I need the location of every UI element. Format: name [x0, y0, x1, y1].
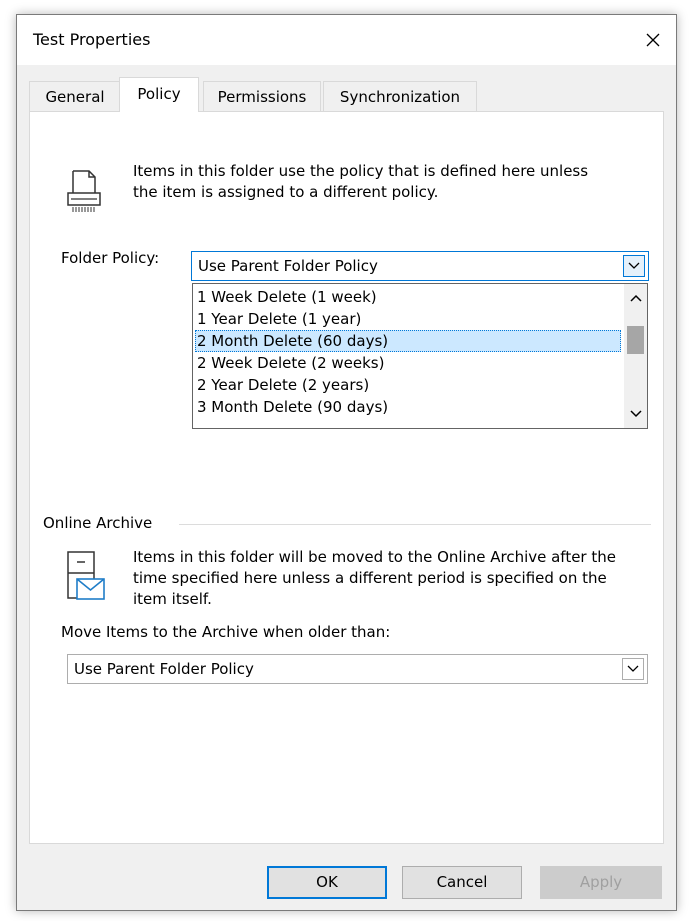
- move-items-label: Move Items to the Archive when older tha…: [61, 623, 391, 641]
- archive-cabinet-icon: [67, 551, 105, 600]
- group-divider: [179, 524, 651, 525]
- archive-policy-dropdown[interactable]: Use Parent Folder Policy: [67, 654, 648, 684]
- tab-permissions[interactable]: Permissions: [203, 81, 321, 111]
- policy-tab-panel: [29, 111, 664, 844]
- properties-dialog: Test Properties General Policy Permissio…: [16, 14, 677, 911]
- tab-policy[interactable]: Policy: [119, 77, 199, 112]
- archive-policy-value: Use Parent Folder Policy: [74, 660, 254, 678]
- scroll-down-button[interactable]: [624, 403, 647, 425]
- chevron-down-icon: [629, 410, 642, 418]
- close-button[interactable]: [630, 15, 676, 65]
- cancel-button[interactable]: Cancel: [402, 866, 522, 899]
- policy-description: Items in this folder use the policy that…: [133, 162, 589, 201]
- list-item-selected[interactable]: 2 Month Delete (60 days): [195, 330, 621, 352]
- dropdown-button[interactable]: [623, 255, 645, 277]
- archive-description: Items in this folder will be moved to th…: [133, 548, 616, 608]
- list-item[interactable]: 2 Week Delete (2 weeks): [195, 352, 621, 374]
- chevron-down-icon: [628, 262, 640, 269]
- list-item[interactable]: 1 Year Delete (1 year): [195, 308, 621, 330]
- list-item[interactable]: 3 Month Delete (90 days): [195, 396, 621, 418]
- online-archive-group-label: Online Archive: [43, 514, 153, 532]
- tab-synchronization[interactable]: Synchronization: [323, 81, 477, 111]
- close-icon: [646, 33, 660, 47]
- tab-general[interactable]: General: [29, 81, 121, 111]
- list-item[interactable]: 2 Year Delete (2 years): [195, 374, 621, 396]
- dropdown-button[interactable]: [622, 658, 644, 680]
- list-scrollbar[interactable]: [624, 284, 647, 428]
- ok-button[interactable]: OK: [267, 866, 387, 899]
- folder-policy-label: Folder Policy:: [61, 249, 160, 267]
- chevron-up-icon: [629, 294, 642, 302]
- apply-button[interactable]: Apply: [540, 866, 662, 899]
- title-bar: Test Properties: [17, 15, 676, 65]
- folder-policy-value: Use Parent Folder Policy: [198, 257, 378, 275]
- scroll-thumb[interactable]: [627, 326, 644, 354]
- folder-policy-list[interactable]: 1 Week Delete (1 week) 1 Year Delete (1 …: [192, 283, 648, 429]
- list-item[interactable]: 1 Week Delete (1 week): [195, 286, 621, 308]
- scroll-up-button[interactable]: [624, 287, 647, 309]
- window-title: Test Properties: [33, 30, 151, 49]
- folder-policy-dropdown[interactable]: Use Parent Folder Policy: [191, 251, 649, 281]
- chevron-down-icon: [627, 665, 639, 672]
- shredder-icon: [67, 170, 101, 212]
